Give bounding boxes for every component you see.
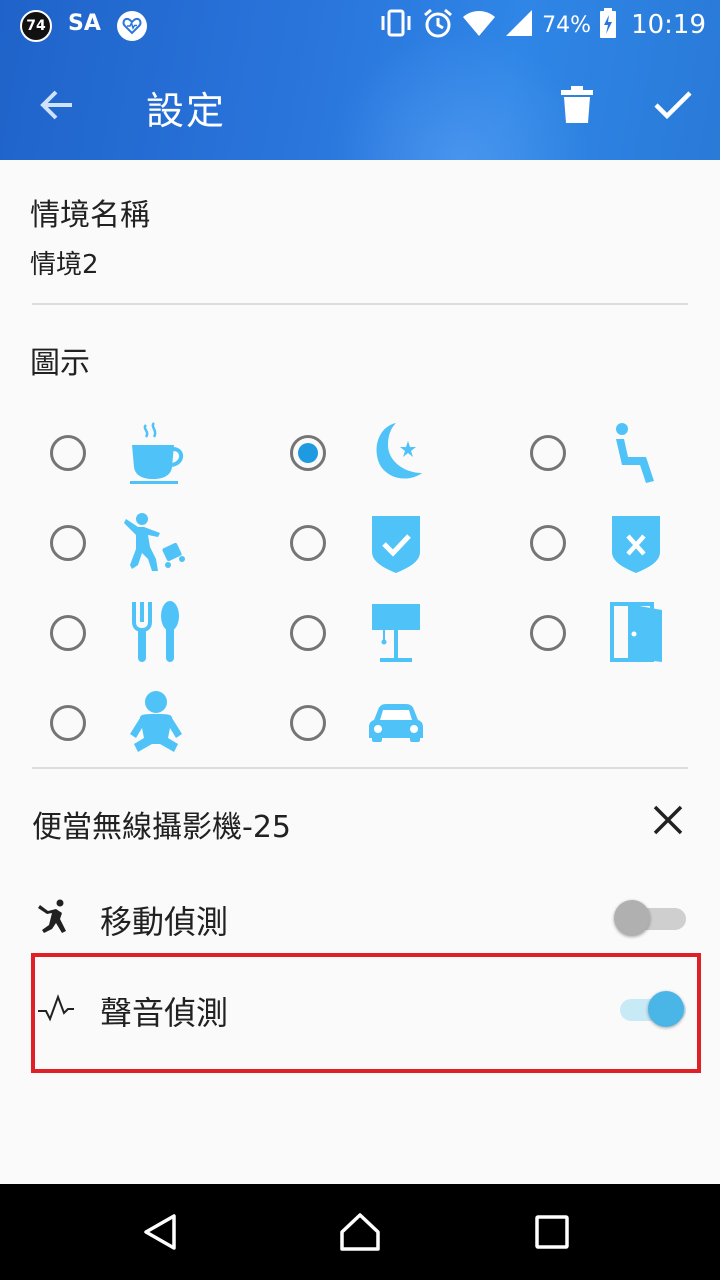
triangle-back-icon [144,1214,176,1250]
notification-badge: 74 [20,10,52,42]
radio-lamp[interactable] [290,615,326,651]
shield-x-icon [604,511,668,575]
toggle-thumb [614,900,650,936]
car-icon [364,690,428,754]
back-button[interactable] [30,78,84,132]
radio-traveler[interactable] [50,525,86,561]
door-icon [604,600,668,664]
remove-camera-button[interactable] [646,798,690,842]
running-person-icon [36,897,76,937]
radio-car[interactable] [290,705,326,741]
radio-seat[interactable] [530,435,566,471]
recents-icon [535,1215,569,1249]
status-icons: 74% 10:19 [378,8,706,42]
traveler-icon [124,511,188,575]
radio-moon[interactable] [290,435,326,471]
delete-button[interactable] [552,78,602,132]
dining-icon [124,600,188,664]
seat-icon [604,421,668,485]
check-icon [654,91,692,120]
nav-back-button[interactable] [130,1202,190,1262]
battery-charging-icon [599,7,617,43]
moon-icon [364,421,428,485]
vibrate-icon [378,8,414,42]
coffee-icon [124,421,188,485]
confirm-button[interactable] [646,78,700,132]
signal-icon [504,8,534,42]
wifi-icon [462,8,496,42]
divider [32,767,688,769]
radio-dining[interactable] [50,615,86,651]
app-bar: 設定 [0,50,720,160]
shield-check-icon [364,511,428,575]
close-icon [653,805,683,835]
carrier-label: SA [68,11,101,36]
clock: 10:19 [631,10,706,40]
navigation-bar [0,1184,720,1280]
sound-detection-label: 聲音偵測 [100,994,229,1032]
radio-coffee[interactable] [50,435,86,471]
trash-icon [561,86,593,123]
radio-baby[interactable] [50,705,86,741]
sound-detection-toggle[interactable] [614,988,686,1028]
radio-shield-check[interactable] [290,525,326,561]
page-title: 設定 [146,89,227,133]
arrow-back-icon [40,90,72,120]
nav-home-button[interactable] [330,1202,390,1262]
radio-shield-x[interactable] [530,525,566,561]
toggle-thumb [648,991,684,1027]
nav-recents-button[interactable] [522,1202,582,1262]
lamp-icon [364,600,428,664]
waveform-icon [36,988,76,1028]
home-icon [340,1213,380,1251]
status-bar: 74 SA 74% 10:19 [0,0,720,50]
radio-door[interactable] [530,615,566,651]
camera-title: 便當無線攝影機-25 [32,810,291,845]
scene-name-label: 情境名稱 [30,198,150,233]
divider [32,303,688,305]
heart-app-icon [117,11,147,41]
baby-icon [124,690,188,754]
motion-detection-label: 移動偵測 [100,903,229,941]
scene-name-field[interactable]: 情境2 [30,244,99,281]
alarm-icon [422,7,454,43]
icon-section-label: 圖示 [30,346,90,381]
battery-percent: 74% [542,12,592,38]
motion-detection-toggle[interactable] [614,897,686,937]
